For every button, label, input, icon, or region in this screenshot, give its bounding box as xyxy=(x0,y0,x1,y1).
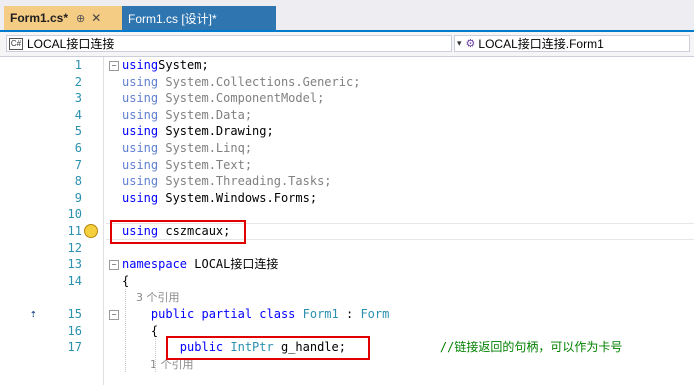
line-number: 8 xyxy=(74,174,82,189)
code-text: using System.ComponentModel; xyxy=(122,90,324,107)
code-token: using xyxy=(122,74,159,89)
code-token: System.Windows.Forms; xyxy=(158,190,318,205)
code-token: using xyxy=(122,58,159,72)
project-dropdown[interactable]: C# LOCAL接口连接 xyxy=(6,35,452,52)
line-number: 12 xyxy=(67,240,82,255)
code-token: Form xyxy=(360,307,390,321)
project-name: LOCAL接口连接 xyxy=(27,37,115,51)
tab-form1-code[interactable]: Form1.cs* ⊕ ✕ xyxy=(4,6,122,30)
line-number: 11 xyxy=(67,224,82,238)
member-name: LOCAL接口连接.Form1 xyxy=(478,37,604,51)
tab-label: Form1.cs* xyxy=(10,11,69,25)
navigation-bar: C# LOCAL接口连接 ▾ ⚙ LOCAL接口连接.Form1 xyxy=(0,32,694,57)
line-number: 5 xyxy=(74,124,82,139)
code-text: using System.Windows.Forms; xyxy=(122,190,317,207)
code-text: using System.Text; xyxy=(122,157,252,174)
code-line[interactable]: 9 using System.Windows.Forms; xyxy=(0,190,694,207)
class-icon: ⚙ xyxy=(465,38,476,50)
code-line[interactable]: 12 xyxy=(0,240,694,257)
collapse-icon[interactable]: − xyxy=(109,310,119,320)
line-number: 14 xyxy=(67,273,82,288)
line-number: 16 xyxy=(67,323,82,338)
project-icon: C# xyxy=(9,37,23,50)
close-icon[interactable]: ✕ xyxy=(91,11,101,25)
code-token: LOCAL接口连接 xyxy=(187,257,279,272)
line-number: 1 xyxy=(74,58,82,72)
code-token: System.Data; xyxy=(158,107,253,122)
code-token: public partial class xyxy=(122,307,296,321)
code-line[interactable]: 15 − ⇡ public partial class Form1 : Form xyxy=(0,306,694,323)
code-token: using xyxy=(122,174,159,189)
code-token: System.Drawing; xyxy=(158,124,274,139)
code-token: namespace xyxy=(122,257,188,272)
code-line[interactable]: 6 using System.Linq; xyxy=(0,140,694,157)
code-text: using System.Drawing; xyxy=(122,123,274,140)
code-text: usingSystem; xyxy=(122,57,209,74)
code-text: using System.Linq; xyxy=(122,140,252,157)
member-dropdown[interactable]: ▾ ⚙ LOCAL接口连接.Form1 xyxy=(454,35,690,52)
code-token: System.Text; xyxy=(158,157,253,172)
code-token: using xyxy=(122,124,159,139)
code-text: using System.Threading.Tasks; xyxy=(122,173,332,190)
code-line[interactable]: 7 using System.Text; xyxy=(0,157,694,174)
code-text: using System.Collections.Generic; xyxy=(122,74,360,91)
code-token: System.Collections.Generic; xyxy=(158,74,361,89)
code-token: : xyxy=(338,307,361,321)
code-text: 3 个引用 xyxy=(122,289,180,307)
code-token: { xyxy=(122,273,130,288)
highlight-box xyxy=(110,220,246,244)
code-token: 3 个引用 xyxy=(122,291,180,305)
document-tab-bar: Form1.cs* ⊕ ✕ Form1.cs [设计]* xyxy=(0,0,694,32)
code-editor[interactable]: 1− usingSystem; 2 using System.Collections.… xyxy=(0,57,694,385)
code-text: { xyxy=(122,273,129,290)
line-number: 2 xyxy=(74,74,82,89)
line-number: 6 xyxy=(74,141,82,155)
code-token: { xyxy=(122,323,159,338)
code-token: using xyxy=(122,190,159,205)
line-number: 9 xyxy=(74,190,82,205)
inheritance-glyph-icon[interactable]: ⇡ xyxy=(30,306,37,323)
code-token: System.ComponentModel; xyxy=(158,91,325,106)
line-number: 10 xyxy=(67,207,82,222)
code-line[interactable]: 5 using System.Drawing; xyxy=(0,123,694,140)
code-text: namespace LOCAL接口连接 xyxy=(122,256,278,273)
pin-icon[interactable]: ⊕ xyxy=(76,12,85,25)
indent-guide xyxy=(155,339,157,373)
line-number: 3 xyxy=(74,91,82,106)
tab-label: Form1.cs [设计]* xyxy=(128,11,217,26)
line-number: 17 xyxy=(67,340,82,355)
code-line[interactable]: 14 { xyxy=(0,273,694,290)
lightbulb-icon[interactable] xyxy=(84,224,98,238)
code-text: { xyxy=(122,323,158,340)
code-line[interactable]: 1 − usingSystem; xyxy=(0,57,694,74)
code-line[interactable]: 3 个引用 xyxy=(0,289,694,306)
chevron-down-icon[interactable]: ▾ xyxy=(457,38,462,49)
line-number: 13 xyxy=(67,257,82,272)
code-token: //链接返回的句柄，可以作为卡号 xyxy=(345,340,623,355)
code-line[interactable]: 2 using System.Collections.Generic; xyxy=(0,74,694,91)
collapse-icon[interactable]: − xyxy=(109,61,119,71)
code-text: public partial class Form1 : Form xyxy=(122,306,389,323)
code-line[interactable]: 10 xyxy=(0,206,694,223)
indent-guide xyxy=(125,289,127,373)
code-token: System.Threading.Tasks; xyxy=(158,174,332,189)
code-text: using System.Data; xyxy=(122,107,252,124)
collapse-icon[interactable]: − xyxy=(109,260,119,271)
line-number: 15 xyxy=(67,307,82,321)
code-line[interactable]: 13 − namespace LOCAL接口连接 xyxy=(0,256,694,273)
code-line[interactable]: 3 using System.ComponentModel; xyxy=(0,90,694,107)
code-token: using xyxy=(122,141,159,155)
code-line[interactable]: 4 using System.Data; xyxy=(0,107,694,124)
code-token: Form1 xyxy=(295,307,339,321)
code-token: System; xyxy=(158,58,209,72)
code-token: System.Linq; xyxy=(158,141,253,155)
highlight-box xyxy=(166,336,370,360)
code-token: using xyxy=(122,107,159,122)
line-number: 7 xyxy=(74,157,82,172)
line-number: 4 xyxy=(74,107,82,122)
code-line[interactable]: 8 using System.Threading.Tasks; xyxy=(0,173,694,190)
code-token: using xyxy=(122,157,159,172)
code-token: using xyxy=(122,91,159,106)
tab-form1-designer[interactable]: Form1.cs [设计]* xyxy=(122,6,276,30)
